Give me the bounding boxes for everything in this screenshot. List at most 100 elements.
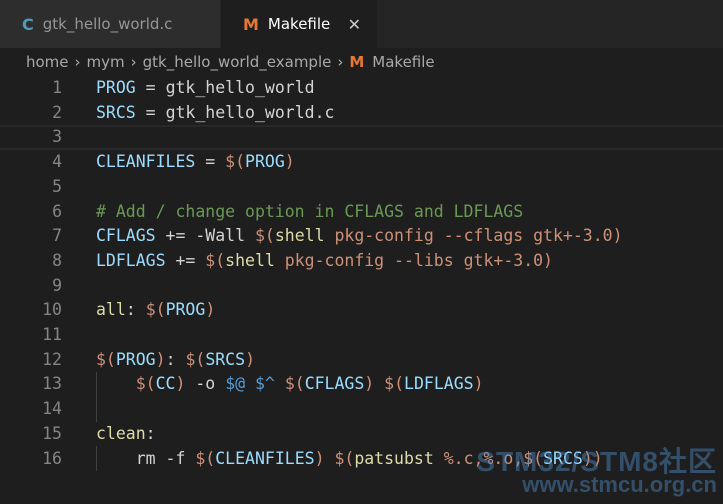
code-token: clean (96, 423, 146, 443)
code-token: all (96, 300, 126, 320)
code-token: gtk_hello_world (165, 78, 315, 97)
code-token: $( (523, 448, 544, 468)
chevron-right-icon: › (337, 53, 344, 71)
code-token: rm -f (96, 448, 196, 468)
tab-gtk-hello-world-c[interactable]: C gtk_hello_world.c (0, 0, 220, 48)
code-token: shell (274, 226, 325, 246)
code-line[interactable]: 9 (0, 274, 723, 299)
line-code: all: $(PROG) (96, 298, 215, 323)
line-number: 14 (42, 399, 62, 419)
line-code: LDFLAGS += $(shell pkg-config --libs gtk… (96, 249, 553, 274)
makefile-icon: M (243, 14, 259, 34)
code-line[interactable]: 4 CLEANFILES = $(PROG) (0, 150, 723, 175)
code-token: += (165, 250, 206, 270)
c-file-icon: C (22, 14, 34, 34)
code-token: gtk_hello_world.c (165, 102, 335, 122)
tab-label: gtk_hello_world.c (42, 15, 173, 33)
code-token: $( (145, 300, 166, 320)
code-token: ) (473, 374, 484, 394)
breadcrumb-item-home[interactable]: home (26, 53, 69, 71)
line-code: rm -f $(CLEANFILES) $(patsubst %.c,%.o,$… (96, 447, 603, 472)
line-number: 6 (52, 201, 62, 221)
code-line[interactable]: 12 $(PROG): $(SRCS) (0, 348, 723, 373)
code-token: CC (155, 374, 176, 394)
code-token: $( (225, 152, 246, 172)
line-number: 4 (52, 152, 62, 172)
code-editor[interactable]: 1 PROG = gtk_hello_world 2 SRCS = gtk_hello… (0, 76, 723, 504)
code-token: CLEANFILES (96, 152, 196, 172)
code-line[interactable]: 13 $(CC) -o $@ $^ $(CFLAGS) $(LDFLAGS) (0, 372, 723, 397)
code-line[interactable]: 5 (0, 175, 723, 200)
code-token: CLEANFILES (215, 448, 315, 468)
code-token: SRCS (96, 102, 136, 122)
code-token: $( (284, 374, 305, 394)
makefile-icon: M (349, 53, 365, 71)
code-line[interactable]: 10 all: $(PROG) (0, 298, 723, 323)
line-number: 7 (52, 226, 62, 246)
line-number: 9 (52, 275, 62, 295)
code-token: pkg-config --cflags gtk+-3.0) (324, 226, 623, 246)
code-token: $( (254, 226, 275, 246)
line-code: clean: (96, 422, 156, 447)
code-token: $^ (255, 374, 275, 394)
code-line[interactable]: 16 rm -f $(CLEANFILES) $(patsubst %.c,%.… (0, 447, 723, 472)
line-number: 3 (52, 127, 62, 147)
line-number: 5 (52, 176, 62, 196)
code-token: patsubst (354, 448, 434, 468)
code-token: $( (96, 349, 116, 369)
code-token: = (195, 152, 226, 172)
code-token: += (155, 226, 196, 246)
code-line[interactable]: 1 PROG = gtk_hello_world (0, 76, 723, 101)
line-code: # Add / change option in CFLAGS and LDFL… (96, 200, 523, 225)
code-token: LDFLAGS (96, 250, 166, 270)
line-code: $(CC) -o $@ $^ $(CFLAGS) $(LDFLAGS) (96, 372, 484, 397)
tab-bar: C gtk_hello_world.c M Makefile ✕ (0, 0, 723, 48)
breadcrumb: home › mym › gtk_hello_world_example › M… (0, 48, 723, 76)
code-token: ) (364, 374, 375, 394)
code-line[interactable]: 7 CFLAGS += -Wall $(shell pkg-config --cf… (0, 224, 723, 249)
code-line[interactable]: 14 (0, 397, 723, 422)
code-token: ) (155, 349, 166, 369)
code-token: $( (205, 250, 226, 270)
code-token: : (125, 300, 146, 320)
code-token: $( (384, 374, 405, 394)
code-token: ) (175, 374, 186, 394)
code-token: ) (284, 152, 295, 172)
line-number: 15 (42, 423, 62, 443)
code-token: $( (195, 448, 216, 468)
code-line[interactable]: 6 # Add / change option in CFLAGS and LDF… (0, 200, 723, 225)
line-number: 1 (52, 78, 62, 97)
code-token: $( (185, 349, 206, 369)
line-number: 12 (42, 349, 62, 369)
close-icon[interactable]: ✕ (348, 15, 361, 34)
code-token: $( (334, 448, 355, 468)
code-token: : (165, 349, 186, 369)
code-line[interactable]: 2 SRCS = gtk_hello_world.c (0, 101, 723, 126)
code-line[interactable]: 8 LDFLAGS += $(shell pkg-config --libs gt… (0, 249, 723, 274)
line-number: 8 (52, 250, 62, 270)
code-line[interactable]: 11 (0, 323, 723, 348)
code-token: = (135, 102, 166, 122)
code-token: %.c,%.o, (433, 448, 524, 468)
code-token: PROG (115, 349, 156, 369)
code-token: $@ (225, 374, 246, 394)
code-line[interactable]: 3 (0, 125, 723, 150)
code-token: -o (185, 374, 226, 394)
line-code: $(PROG): $(SRCS) (96, 348, 255, 373)
code-token: shell (225, 250, 275, 270)
code-token: ) (314, 448, 325, 468)
breadcrumb-item-folder[interactable]: gtk_hello_world_example (143, 53, 332, 71)
line-number: 13 (42, 374, 62, 394)
code-token: : (145, 423, 156, 443)
line-code: CFLAGS += -Wall $(shell pkg-config --cfl… (96, 224, 623, 249)
breadcrumb-item-file[interactable]: Makefile (372, 53, 434, 71)
code-line[interactable]: 15 clean: (0, 422, 723, 447)
line-number: 16 (42, 448, 62, 468)
code-token: $( (135, 374, 156, 394)
breadcrumb-item-mym[interactable]: mym (87, 53, 125, 71)
tab-makefile[interactable]: M Makefile ✕ (221, 0, 377, 48)
line-code: SRCS = gtk_hello_world.c (96, 101, 334, 126)
